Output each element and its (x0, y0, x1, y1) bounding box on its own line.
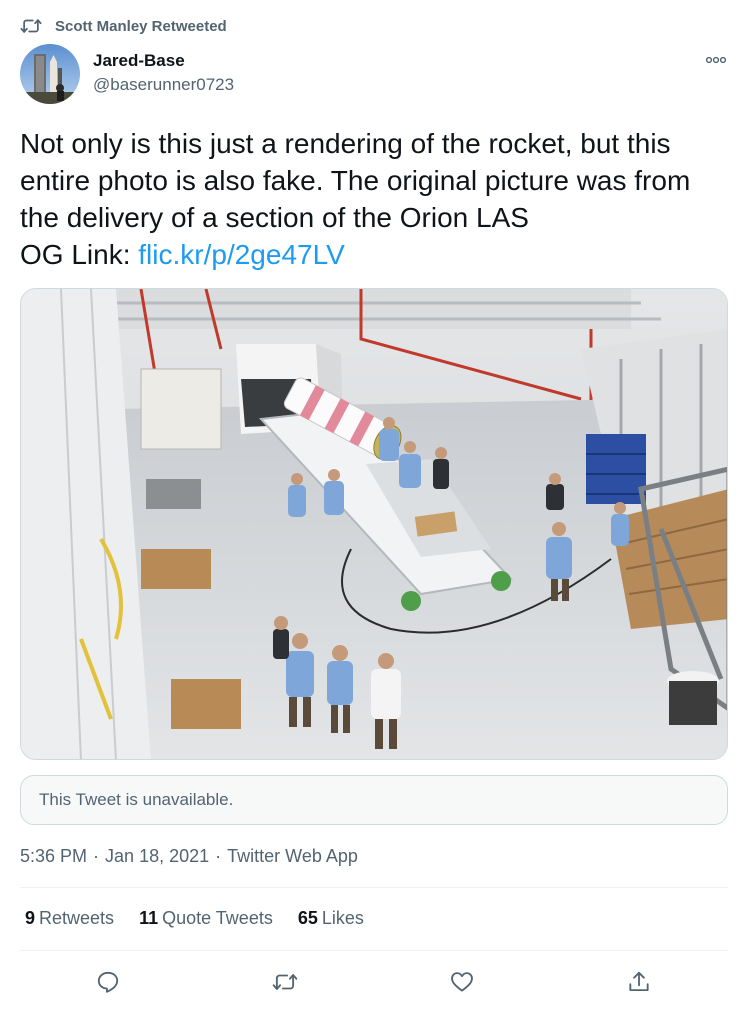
retweet-icon (272, 974, 298, 990)
likes-count: 65 (297, 908, 318, 928)
retweets-stat[interactable]: 9 Retweets (25, 908, 114, 929)
tweet-metadata: 5:36 PM · Jan 18, 2021 · Twitter Web App (20, 846, 358, 867)
likes-label: Likes (321, 908, 364, 928)
retweet-button[interactable] (272, 969, 298, 995)
more-options-icon (705, 56, 727, 64)
link-prefix: OG Link: (20, 239, 139, 270)
tweet-date[interactable]: Jan 18, 2021 (105, 846, 209, 867)
author-name[interactable]: Jared-Base (93, 50, 234, 72)
reply-button[interactable] (95, 969, 121, 995)
tweet-time[interactable]: 5:36 PM (20, 846, 87, 867)
quoted-tweet-message: This Tweet is unavailable. (39, 790, 234, 809)
tweet-text-line-4: OG Link: flic.kr/p/2ge47LV (20, 236, 726, 273)
retweets-count: 9 (25, 908, 36, 928)
tweet-link[interactable]: flic.kr/p/2ge47LV (138, 239, 345, 270)
quote-tweets-label: Quote Tweets (162, 908, 273, 928)
tweet-text: Not only is this just a rendering of the… (20, 125, 726, 273)
hangar-photo (21, 289, 727, 759)
heart-icon (451, 972, 473, 992)
tweet-photo[interactable] (20, 288, 728, 760)
tweet-text-line-3: the delivery of a section of the Orion L… (20, 202, 529, 233)
author-block: Jared-Base @baserunner0723 (93, 50, 234, 96)
tweet-text-line-1: Not only is this just a rendering of the… (20, 128, 671, 159)
quote-tweets-count: 11 (139, 908, 159, 928)
reply-icon (97, 971, 119, 993)
retweet-context: Scott Manley Retweeted (20, 14, 227, 38)
avatar[interactable] (20, 44, 80, 104)
tweet-source[interactable]: Twitter Web App (227, 846, 358, 867)
author-handle[interactable]: @baserunner0723 (93, 74, 234, 96)
tweet-text-line-2: entire photo is also fake. The original … (20, 165, 691, 196)
retweet-icon (20, 19, 42, 33)
share-icon (629, 971, 649, 992)
tweet: Scott Manley Retweeted Jared-Base @baser… (0, 0, 748, 1011)
share-button[interactable] (626, 969, 652, 995)
retweeter-name[interactable]: Scott Manley Retweeted (55, 18, 227, 35)
divider (20, 887, 728, 888)
meta-separator: · (215, 846, 222, 866)
likes-stat[interactable]: 65 Likes (298, 908, 364, 929)
like-button[interactable] (449, 969, 475, 995)
retweets-label: Retweets (39, 908, 115, 928)
quote-tweets-stat[interactable]: 11 Quote Tweets (139, 908, 273, 929)
meta-separator: · (93, 846, 100, 866)
quoted-tweet-unavailable: This Tweet is unavailable. (20, 775, 728, 825)
rocket-launch-pad-avatar (20, 44, 80, 104)
divider (20, 950, 728, 951)
action-bar (20, 962, 728, 1002)
more-options-button[interactable] (704, 50, 728, 70)
tweet-stats: 9 Retweets 11 Quote Tweets 65 Likes (25, 908, 389, 929)
